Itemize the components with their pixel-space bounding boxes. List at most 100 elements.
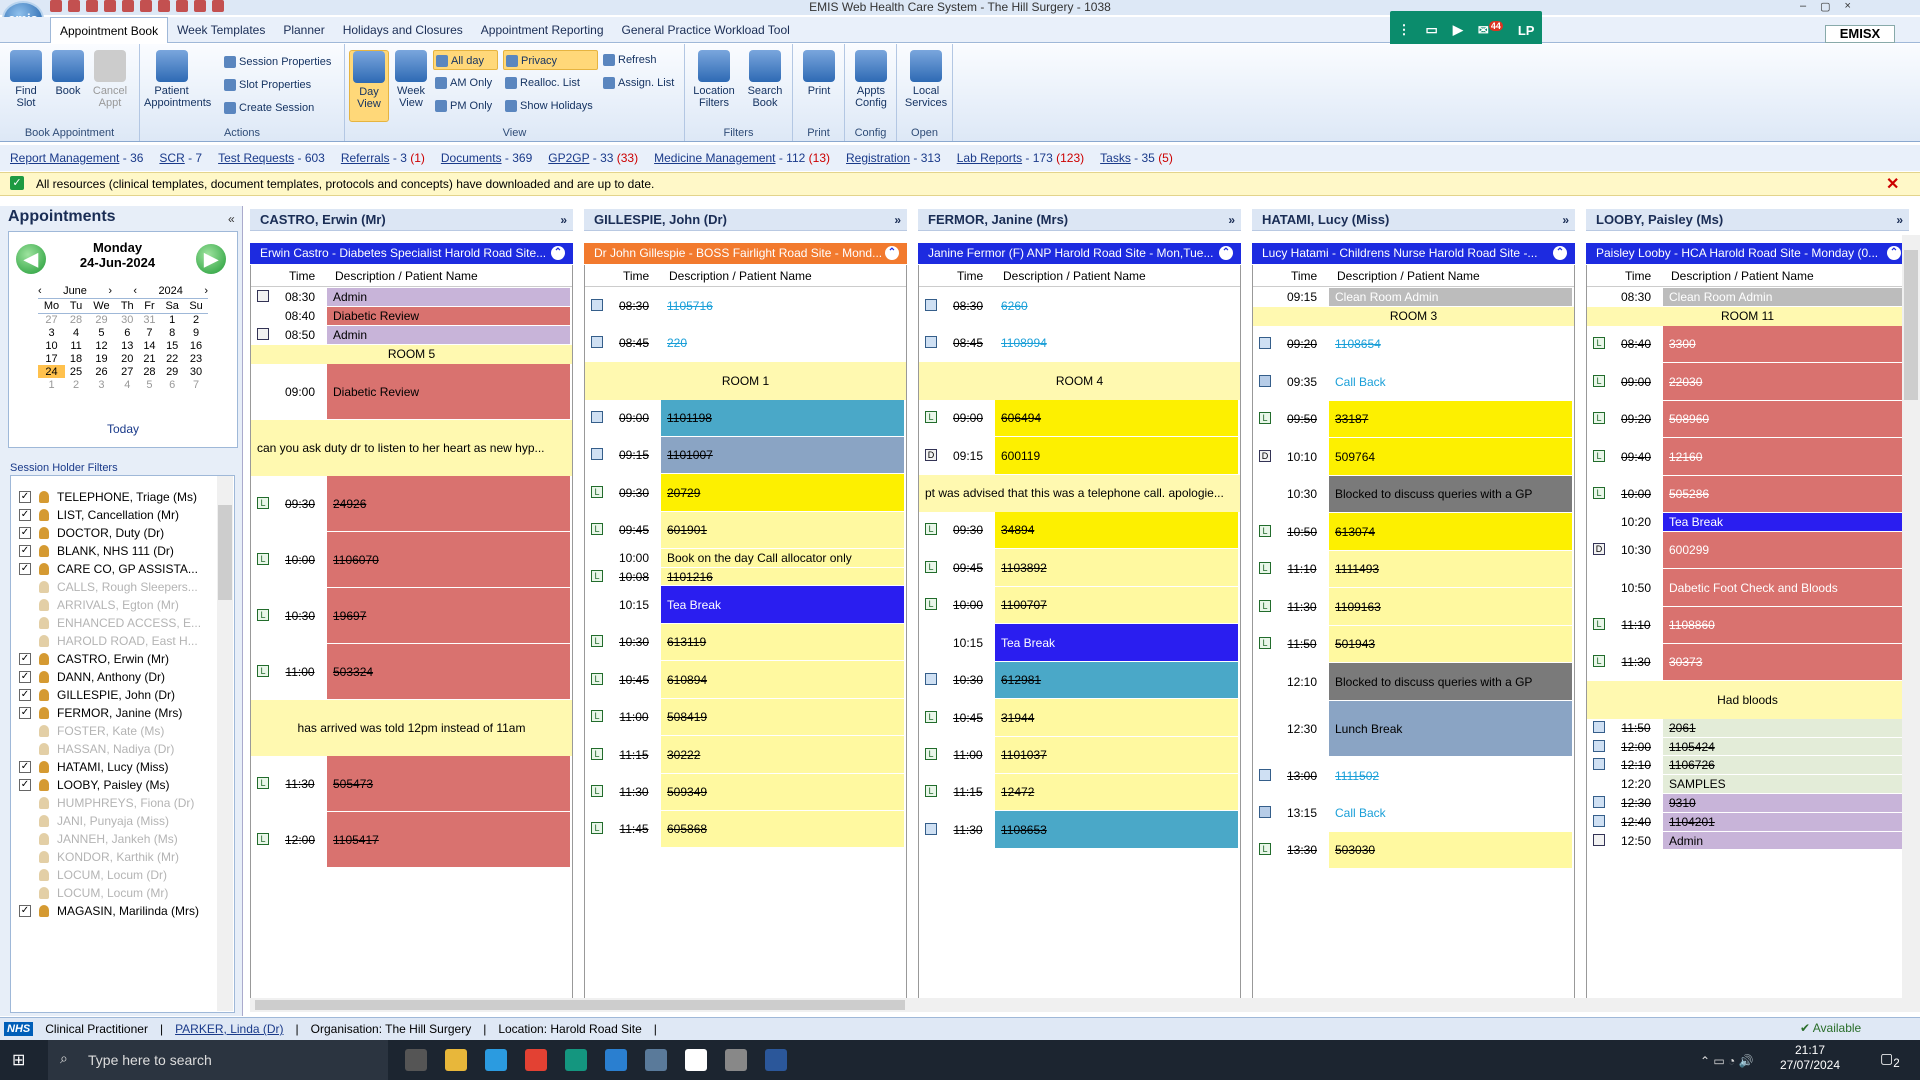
filter-checkbox[interactable] (19, 869, 31, 881)
calendar-day[interactable]: 9 (184, 326, 208, 339)
appointment-slot[interactable]: L 11:15 12472 (919, 774, 1240, 811)
slot-description[interactable]: 613119 (661, 624, 904, 661)
file-explorer-icon[interactable] (445, 1049, 467, 1071)
emis-taskbar-icon[interactable] (645, 1049, 667, 1071)
emisx-brand[interactable]: EMISX (1825, 25, 1895, 43)
chrome-icon[interactable] (525, 1049, 547, 1071)
description-column-header[interactable]: Description / Patient Name (669, 265, 812, 287)
minimize-button[interactable]: – (1800, 0, 1806, 14)
slot-description[interactable]: 612981 (995, 662, 1238, 699)
pm-only-button[interactable]: PM Only (433, 96, 492, 116)
month-label[interactable]: June (63, 285, 87, 297)
tab-appointment-reporting[interactable]: Appointment Reporting (472, 17, 613, 43)
calendar-day[interactable]: 28 (65, 313, 87, 326)
expand-column-icon[interactable]: » (1228, 209, 1235, 231)
filter-checkbox[interactable]: ✓ (19, 779, 31, 791)
calendar-day[interactable]: 25 (65, 365, 87, 378)
appointment-slot[interactable]: 10:30 612981 (919, 662, 1240, 699)
tab-appointment-book[interactable]: Appointment Book (50, 17, 169, 43)
slot-description[interactable]: 1108860 (1663, 607, 1906, 644)
calendar-day[interactable]: 10 (38, 339, 65, 352)
slot-description[interactable]: Blocked to discuss queries with a GP (1329, 663, 1572, 701)
users-icon[interactable] (122, 0, 134, 12)
all-day-button[interactable]: All day (433, 50, 498, 70)
tab-planner[interactable]: Planner (274, 17, 333, 43)
slot-description[interactable]: SAMPLES (1663, 775, 1906, 794)
link-medicine-management[interactable]: Medicine Management - 112 (13) (654, 145, 830, 171)
link-label[interactable]: Registration (846, 151, 910, 165)
maximize-button[interactable]: ▢ (1820, 0, 1830, 14)
print-button[interactable]: Print (799, 50, 839, 97)
next-year-button[interactable]: › (204, 285, 208, 297)
document-icon[interactable] (158, 0, 170, 12)
next-day-button[interactable]: ▶ (196, 244, 226, 274)
appointment-slot[interactable]: 09:15 Clean Room Admin (1253, 288, 1574, 307)
appointment-slot[interactable]: D 10:30 600299 (1587, 532, 1908, 569)
appointment-slot[interactable]: L 10:30 19697 (251, 588, 572, 644)
appointment-slot[interactable]: L 10:00 1106070 (251, 532, 572, 588)
slot-description[interactable]: Diabetic Review (327, 364, 570, 420)
appointment-slot[interactable]: L 10:08 1101216 (585, 568, 906, 586)
slot-description[interactable]: 509764 (1329, 438, 1572, 476)
filter-checkbox[interactable]: ✓ (19, 761, 31, 773)
appointment-slot[interactable]: 08:40 Diabetic Review (251, 307, 572, 326)
slot-description[interactable]: Tea Break (1663, 513, 1906, 532)
edit-icon[interactable] (86, 0, 98, 12)
appointment-slot[interactable]: 12:10 1106726 (1587, 756, 1908, 775)
appointment-slot[interactable]: 11:50 2061 (1587, 719, 1908, 738)
slot-description[interactable]: 1105417 (327, 812, 570, 868)
filter-checkbox[interactable] (19, 887, 31, 899)
link-tasks[interactable]: Tasks - 35 (5) (1100, 145, 1173, 171)
filter-scrollbar-thumb[interactable] (218, 505, 232, 600)
link-scr[interactable]: SCR - 7 (159, 145, 202, 171)
slot-description[interactable]: 34894 (995, 512, 1238, 549)
task-view-icon[interactable] (405, 1049, 427, 1071)
link-gp2gp[interactable]: GP2GP - 33 (33) (548, 145, 638, 171)
appointment-slot[interactable]: 09:00 Diabetic Review (251, 364, 572, 420)
slot-description[interactable]: 600119 (995, 437, 1238, 475)
slot-description[interactable]: 12160 (1663, 438, 1906, 476)
filter-checkbox[interactable] (19, 725, 31, 737)
slot-description[interactable]: 600299 (1663, 532, 1906, 569)
slot-description[interactable]: 1108653 (995, 811, 1238, 849)
expand-column-icon[interactable]: » (1896, 209, 1903, 231)
appointment-slot[interactable]: L 09:00 22030 (1587, 363, 1908, 401)
slot-description[interactable]: Clean Room Admin (1663, 288, 1906, 307)
app-icon[interactable] (565, 1049, 587, 1071)
calendar-day[interactable]: 8 (160, 326, 184, 339)
calendar-day[interactable]: 2 (65, 378, 87, 391)
slot-description[interactable]: 1100707 (995, 587, 1238, 624)
link-label[interactable]: Tasks (1100, 151, 1131, 165)
filter-checkbox[interactable] (19, 617, 31, 629)
collapse-panel-button[interactable]: « (228, 212, 235, 226)
local-services-button[interactable]: Local Services (903, 50, 949, 109)
appointment-slot[interactable]: L 11:10 1111493 (1253, 551, 1574, 588)
slot-description[interactable]: 22030 (1663, 363, 1906, 401)
appointment-slot[interactable]: D 09:15 600119 (919, 437, 1240, 475)
filter-checkbox[interactable]: ✓ (19, 905, 31, 917)
session-holder-header[interactable]: GILLESPIE, John (Dr) » (584, 209, 907, 231)
filter-checkbox[interactable]: ✓ (19, 545, 31, 557)
appointment-slot[interactable]: 12:20 SAMPLES (1587, 775, 1908, 794)
calendar-day[interactable]: 1 (160, 313, 184, 326)
slot-description[interactable]: 1108994 (995, 325, 1238, 362)
collapse-session-icon[interactable]: ⌃ (1887, 246, 1901, 260)
calendar-day[interactable]: 7 (139, 326, 161, 339)
slot-description[interactable]: 508419 (661, 699, 904, 736)
filter-checkbox[interactable] (19, 635, 31, 647)
appointment-slot[interactable]: 10:20 Tea Break (1587, 513, 1908, 532)
calendar-day[interactable]: 27 (38, 313, 65, 326)
excel-x-icon[interactable] (685, 1049, 707, 1071)
appointment-slot[interactable]: 13:00 1111502 (1253, 757, 1574, 795)
slot-description[interactable]: 1111502 (1329, 757, 1572, 795)
home-icon[interactable] (68, 0, 80, 12)
current-user-link[interactable]: PARKER, Linda (Dr) (175, 1018, 283, 1040)
slot-description[interactable]: Admin (327, 326, 570, 345)
show-holidays-button[interactable]: Show Holidays (503, 96, 593, 116)
slot-description[interactable]: 1105424 (1663, 738, 1906, 756)
appointment-slot[interactable]: L 10:45 610894 (585, 661, 906, 699)
filter-checkbox[interactable]: ✓ (19, 689, 31, 701)
vertical-scrollbar-thumb[interactable] (1904, 250, 1918, 400)
calendar-day[interactable]: 12 (87, 339, 116, 352)
realloc-list-button[interactable]: Realloc. List (503, 73, 580, 93)
